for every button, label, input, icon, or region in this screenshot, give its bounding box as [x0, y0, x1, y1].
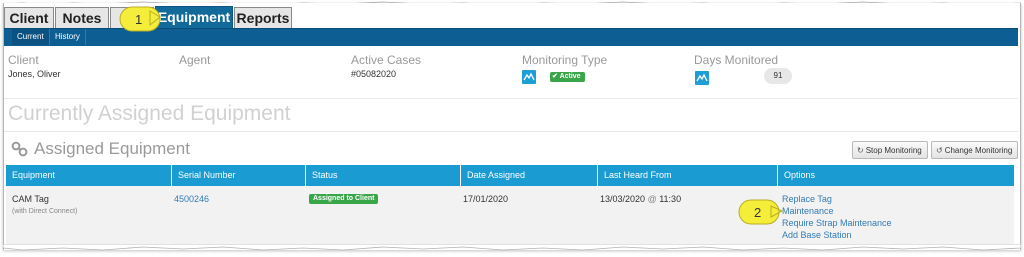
status-badge-assigned: Assigned to Client [309, 194, 379, 204]
check-circle-icon: ✔ [552, 73, 558, 80]
option-require-strap-maintenance[interactable]: Require Strap Maintenance [782, 218, 892, 228]
divider [4, 98, 1018, 99]
assigned-equipment-title: Assigned Equipment [34, 139, 190, 158]
tab-reports[interactable]: Reports [234, 7, 292, 28]
change-sync-icon: ↺ [936, 146, 943, 155]
serial-number-link[interactable]: 4500246 [174, 194, 209, 204]
subtab-history[interactable]: History [50, 29, 86, 45]
change-monitoring-label: Change Monitoring [944, 146, 1013, 155]
option-replace-tag[interactable]: Replace Tag [782, 194, 832, 204]
column-header-last-heard-from[interactable]: Last Heard From [598, 165, 778, 186]
last-heard-date: 13/03/2020 [600, 194, 646, 204]
tab-client[interactable]: Client [4, 7, 54, 28]
column-header-equipment[interactable]: Equipment [6, 165, 172, 186]
option-maintenance[interactable]: Maintenance [782, 206, 834, 216]
callout-1-number: 1 [135, 12, 142, 27]
equipment-name: CAM Tag [12, 194, 49, 204]
column-header-date-assigned[interactable]: Date Assigned [461, 165, 598, 186]
tab-equipment[interactable]: Equipment [155, 6, 233, 28]
stop-monitoring-button[interactable]: ↻ Stop Monitoring [852, 141, 928, 159]
equipment-note: (with Direct Connect) [12, 208, 78, 215]
days-monitored-label: Days Monitored [694, 53, 779, 67]
last-heard-time: 11:30 [659, 194, 682, 204]
monitoring-type-label: Monitoring Type [522, 53, 608, 67]
callout-2-number: 2 [754, 205, 761, 220]
last-heard-value: 13/03/2020 @ 11:30 [600, 194, 681, 204]
last-heard-at-symbol: @ [647, 194, 657, 204]
stop-sync-icon: ↻ [857, 146, 864, 155]
active-cases-label: Active Cases [351, 53, 422, 67]
column-header-serial-number[interactable]: Serial Number [172, 165, 306, 186]
status-badge-active: ✔ Active [550, 72, 585, 82]
tab-notes[interactable]: Notes [55, 7, 109, 28]
column-header-options[interactable]: Options [778, 165, 1014, 186]
monitoring-device-icon [695, 71, 709, 85]
callout-1: 1 [119, 6, 161, 32]
monitoring-status-text: Active [559, 73, 581, 80]
stop-monitoring-label: Stop Monitoring [865, 146, 922, 155]
date-assigned-value: 17/01/2020 [463, 194, 509, 204]
agent-label: Agent [179, 53, 211, 67]
page-title: Currently Assigned Equipment [8, 102, 291, 125]
callout-2: 2 [738, 199, 783, 225]
divider [4, 131, 1018, 132]
client-value: Jones, Oliver [8, 69, 61, 79]
active-cases-value: #05082020 [351, 69, 397, 79]
days-monitored-badge: 91 [764, 68, 792, 84]
subtab-current[interactable]: Current [12, 29, 50, 45]
link-chain-icon [11, 141, 28, 157]
table-header: Equipment Serial Number Status Date Assi… [6, 165, 1014, 186]
option-add-base-station[interactable]: Add Base Station [782, 230, 852, 240]
column-header-status[interactable]: Status [306, 165, 461, 186]
table-row [6, 186, 1014, 244]
client-label: Client [8, 53, 39, 67]
monitoring-device-icon [522, 70, 536, 84]
change-monitoring-button[interactable]: ↺ Change Monitoring [931, 141, 1019, 159]
torn-edge-bottom [3, 244, 1021, 251]
